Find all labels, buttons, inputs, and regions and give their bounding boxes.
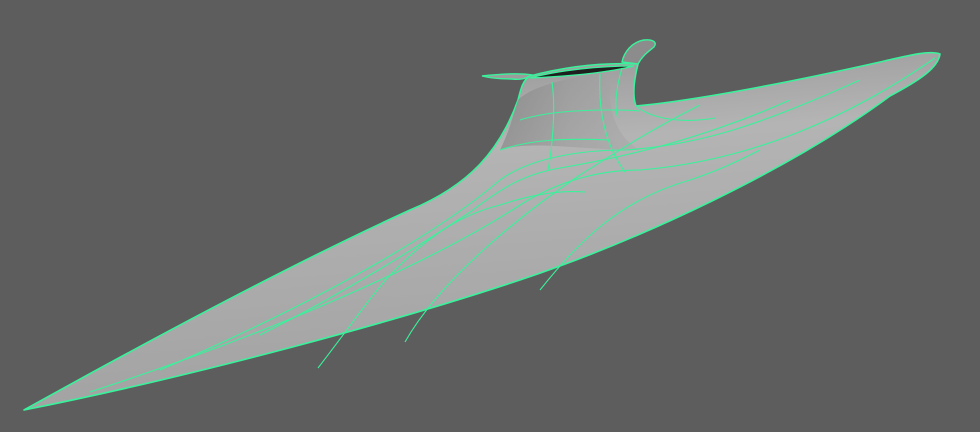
surface-body[interactable]	[23, 51, 941, 411]
3d-viewport[interactable]	[0, 0, 980, 432]
nurbs-surface-object[interactable]	[23, 39, 941, 411]
viewport-canvas[interactable]	[0, 0, 980, 432]
left-lip-flange[interactable]	[481, 73, 535, 81]
curled-tip[interactable]	[621, 39, 656, 65]
